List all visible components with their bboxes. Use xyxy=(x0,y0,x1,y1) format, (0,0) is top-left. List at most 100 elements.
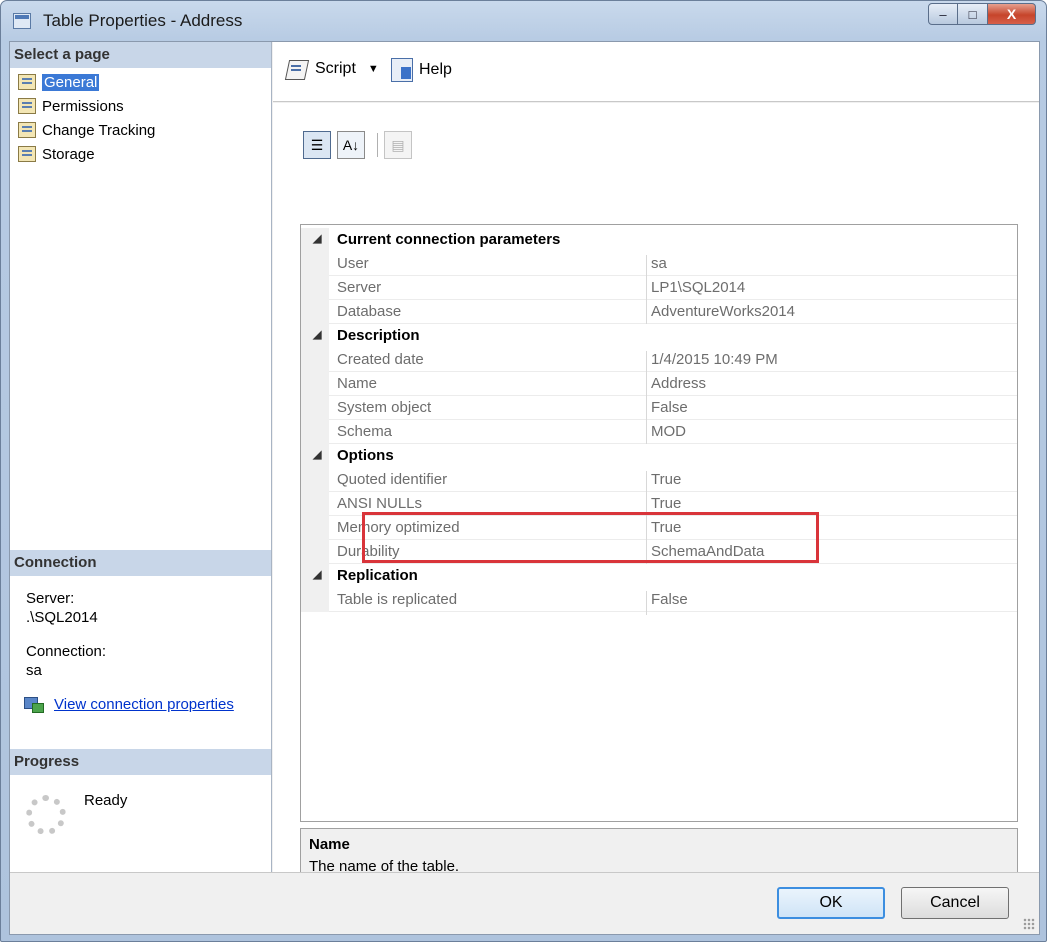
property-value: LP1\SQL2014 xyxy=(651,279,746,296)
script-icon xyxy=(285,58,309,80)
ok-button[interactable]: OK xyxy=(777,887,885,919)
property-grid-toolbar: ☰ A↓ ▤ xyxy=(303,131,418,159)
page-item-label: General xyxy=(42,73,100,91)
minimize-button[interactable]: – xyxy=(928,3,958,25)
property-row[interactable]: System object False xyxy=(301,396,1017,423)
help-label: Help xyxy=(419,61,452,78)
property-row[interactable]: Server LP1\SQL2014 xyxy=(301,276,1017,303)
property-value: AdventureWorks2014 xyxy=(651,303,795,320)
connection-value: sa xyxy=(26,662,42,679)
property-row[interactable]: Quoted identifier True xyxy=(301,468,1017,495)
progress-status: Ready xyxy=(84,792,128,809)
property-value: 1/4/2015 10:49 PM xyxy=(651,351,778,368)
page-list: General Permissions Change Tracking Stor… xyxy=(18,70,155,166)
properties-content: ☰ A↓ ▤ ◢ Current connection parameters U… xyxy=(273,103,1039,916)
alphabetical-sort-icon[interactable]: A↓ xyxy=(337,131,365,159)
select-page-header: Select a page xyxy=(10,42,271,68)
property-value: MOD xyxy=(651,423,686,440)
help-icon xyxy=(391,58,413,82)
cancel-button[interactable]: Cancel xyxy=(901,887,1009,919)
toolbar-separator xyxy=(377,133,378,157)
property-row[interactable]: Created date 1/4/2015 10:49 PM xyxy=(301,348,1017,375)
close-button[interactable]: X xyxy=(988,3,1036,25)
page-icon xyxy=(18,74,36,90)
category-row[interactable]: ◢ Options xyxy=(301,444,1017,468)
property-pages-icon: ▤ xyxy=(384,131,412,159)
row-gutter xyxy=(301,372,329,396)
page-item-storage[interactable]: Storage xyxy=(18,142,155,166)
toolbar: Script ▼ Help xyxy=(273,42,1039,102)
connection-header: Connection xyxy=(10,550,271,576)
progress-spinner-icon xyxy=(26,795,66,835)
row-gutter xyxy=(301,468,329,492)
row-gutter xyxy=(301,540,329,564)
window-controls: – □ X xyxy=(928,3,1036,25)
property-name: Table is replicated xyxy=(337,591,647,615)
window-title: Table Properties - Address xyxy=(43,11,243,30)
script-dropdown-icon[interactable]: ▼ xyxy=(368,63,379,75)
category-row[interactable]: ◢ Current connection parameters xyxy=(301,228,1017,252)
page-icon xyxy=(18,146,36,162)
property-row[interactable]: User sa xyxy=(301,252,1017,279)
category-label: Description xyxy=(337,327,420,344)
description-title: Name xyxy=(309,836,350,853)
highlight-box xyxy=(362,512,819,563)
script-button[interactable]: Script ▼ xyxy=(285,58,379,80)
page-item-general[interactable]: General xyxy=(18,70,155,94)
row-gutter xyxy=(301,276,329,300)
category-label: Current connection parameters xyxy=(337,231,561,248)
row-gutter xyxy=(301,300,329,324)
categorized-view-icon[interactable]: ☰ xyxy=(303,131,331,159)
property-value: True xyxy=(651,471,682,488)
page-icon xyxy=(18,122,36,138)
row-gutter xyxy=(301,348,329,372)
property-grid: ◢ Current connection parameters User sa … xyxy=(300,224,1018,822)
progress-header: Progress xyxy=(10,749,271,775)
page-item-permissions[interactable]: Permissions xyxy=(18,94,155,118)
property-value: sa xyxy=(651,255,667,272)
connection-label: Connection: xyxy=(26,643,107,660)
category-row[interactable]: ◢ Description xyxy=(301,324,1017,348)
property-row[interactable]: Name Address xyxy=(301,372,1017,399)
property-value: False xyxy=(651,399,688,416)
category-label: Replication xyxy=(337,567,418,584)
dialog-client-area: Select a page General Permissions Change… xyxy=(9,41,1040,935)
view-connection-properties-link[interactable]: View connection properties xyxy=(54,696,234,713)
page-icon xyxy=(18,98,36,114)
connection-properties-icon xyxy=(24,695,44,713)
property-row[interactable]: Table is replicated False xyxy=(301,588,1017,615)
row-gutter xyxy=(301,252,329,276)
collapse-icon[interactable]: ◢ xyxy=(313,448,321,461)
dialog-window: Table Properties - Address – □ X Select … xyxy=(0,0,1047,942)
page-item-label: Change Tracking xyxy=(42,121,156,139)
view-connection-properties[interactable]: View connection properties xyxy=(24,695,234,713)
property-value: Address xyxy=(651,375,707,392)
page-item-label: Permissions xyxy=(42,97,124,115)
row-gutter xyxy=(301,492,329,516)
row-gutter xyxy=(301,516,329,540)
row-gutter xyxy=(301,420,329,444)
property-row[interactable]: Database AdventureWorks2014 xyxy=(301,300,1017,327)
page-item-label: Storage xyxy=(42,145,95,163)
collapse-icon[interactable]: ◢ xyxy=(313,232,321,245)
property-row[interactable]: Schema MOD xyxy=(301,420,1017,447)
table-icon xyxy=(13,13,31,29)
property-value: True xyxy=(651,495,682,512)
collapse-icon[interactable]: ◢ xyxy=(313,328,321,341)
row-gutter xyxy=(301,588,329,612)
collapse-icon[interactable]: ◢ xyxy=(313,568,321,581)
category-label: Options xyxy=(337,447,394,464)
server-value: .\SQL2014 xyxy=(26,609,98,626)
server-label: Server: xyxy=(26,590,75,607)
page-item-change-tracking[interactable]: Change Tracking xyxy=(18,118,155,142)
row-gutter xyxy=(301,396,329,420)
maximize-button[interactable]: □ xyxy=(958,3,988,25)
property-value: False xyxy=(651,591,688,608)
resize-grip-icon[interactable] xyxy=(1023,918,1035,930)
button-bar: OK Cancel xyxy=(10,872,1039,934)
script-label: Script xyxy=(315,60,356,77)
help-button[interactable]: Help xyxy=(391,58,452,82)
category-row[interactable]: ◢ Replication xyxy=(301,564,1017,588)
title-bar[interactable]: Table Properties - Address – □ X xyxy=(1,1,1046,41)
left-pane: Select a page General Permissions Change… xyxy=(10,42,272,872)
